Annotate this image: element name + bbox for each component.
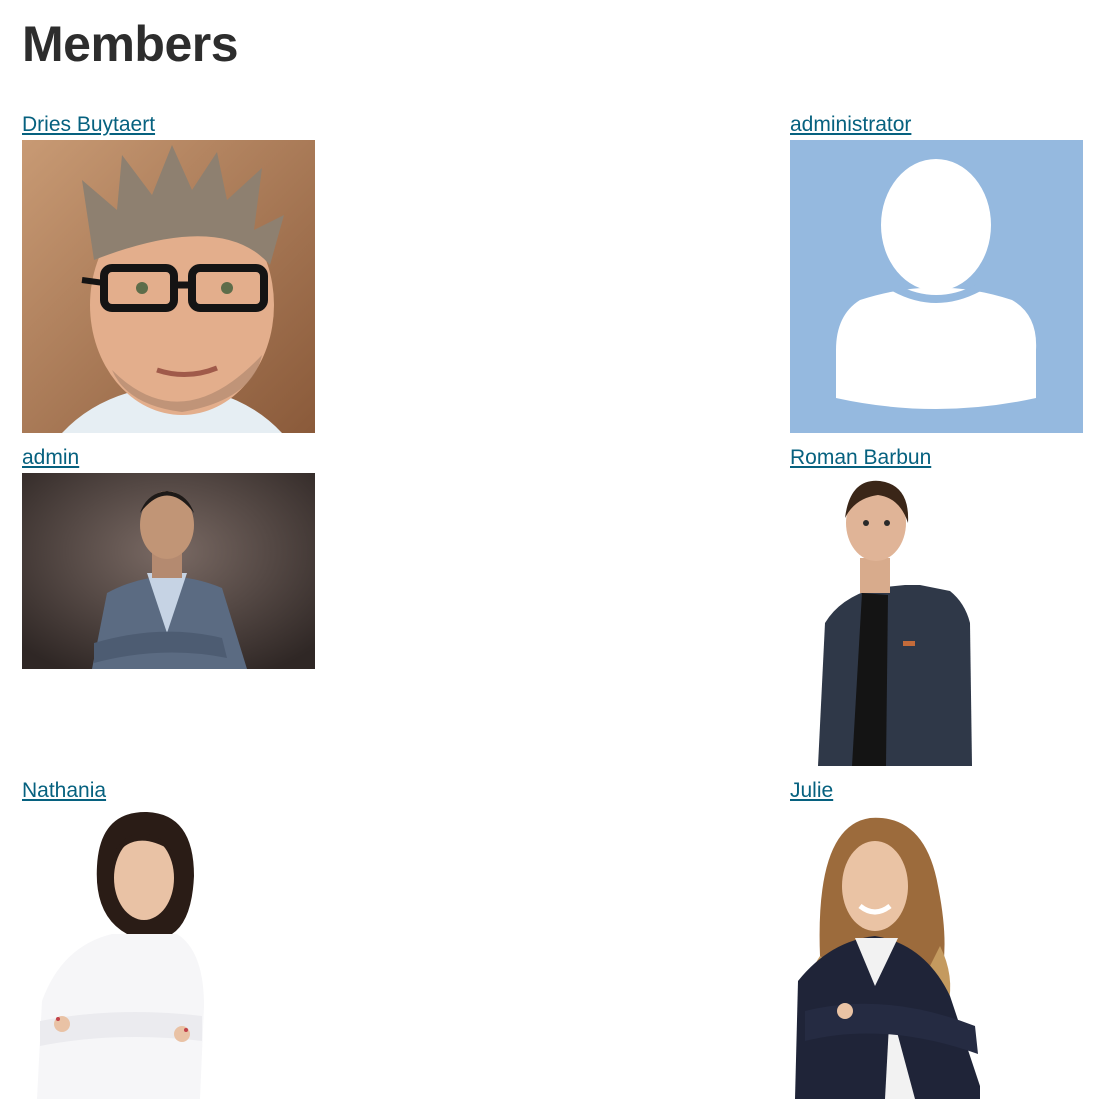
member-card: Roman Barbun — [790, 445, 1090, 766]
member-card: admin — [22, 445, 322, 669]
member-card: Dries Buytaert — [22, 112, 322, 433]
member-name-link[interactable]: administrator — [790, 112, 1090, 140]
member-photo[interactable] — [790, 806, 1083, 1099]
member-photo[interactable] — [22, 473, 315, 669]
default-avatar-icon — [790, 140, 1083, 433]
member-name-link[interactable]: Nathania — [22, 778, 322, 806]
person-photo-icon — [790, 806, 1083, 1099]
person-photo-icon — [22, 140, 315, 433]
member-name-link[interactable]: Roman Barbun — [790, 445, 1090, 473]
member-name-link[interactable]: Dries Buytaert — [22, 112, 322, 140]
member-photo[interactable] — [22, 140, 315, 433]
member-card: administrator — [790, 112, 1090, 433]
member-photo[interactable] — [790, 473, 1083, 766]
member-name-link[interactable]: admin — [22, 445, 322, 473]
member-name-link[interactable]: Julie — [790, 778, 1090, 806]
member-card: Nathania — [22, 778, 322, 1099]
page-title: Members — [22, 16, 239, 72]
person-photo-icon — [790, 473, 1083, 766]
person-photo-icon — [22, 473, 315, 669]
person-photo-icon — [22, 806, 315, 1099]
member-photo[interactable] — [22, 806, 315, 1099]
member-card: Julie — [790, 778, 1090, 1099]
member-photo[interactable] — [790, 140, 1083, 433]
